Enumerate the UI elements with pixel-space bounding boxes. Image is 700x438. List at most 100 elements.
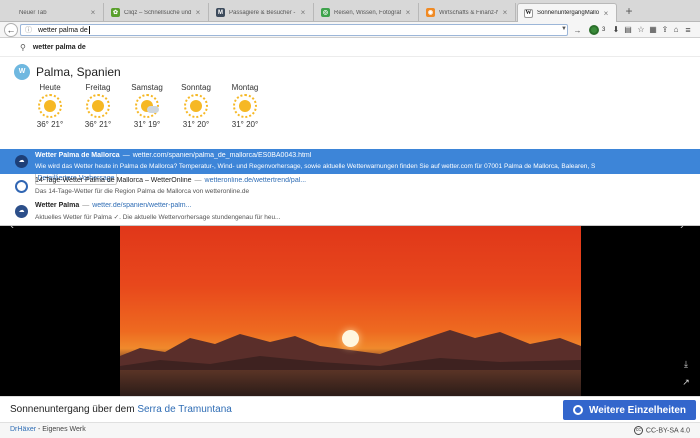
tab-reisen[interactable]: ◎ Reisen, Wissen, Fotografie: D × (315, 3, 419, 22)
result-description: Das 14-Tage-Wetter für die Region Palma … (35, 188, 250, 195)
finance-icon: ◉ (426, 8, 435, 17)
sunset-photo[interactable] (120, 226, 581, 396)
partly-cloudy-icon (135, 94, 159, 118)
bookmarks-icon[interactable]: ▦ (648, 25, 658, 35)
image-meta-bar: DrHäxer - Eigenes Werk cc CC-BY-SA 4.0 (0, 422, 700, 438)
license-label: CC-BY-SA 4.0 (645, 427, 690, 435)
weather-logo-icon: W (14, 64, 30, 80)
sun-icon (86, 94, 110, 118)
download-icon[interactable]: ⬇ (611, 25, 621, 35)
author-credit: DrHäxer - Eigenes Werk (10, 426, 86, 433)
url-bar[interactable]: ⓘ wetter palma de (20, 24, 568, 36)
search-suggestion-row[interactable]: ⚲ wetter palma de (0, 38, 700, 57)
tab-title: SonnenuntergangMallorca - W (537, 10, 599, 16)
tab-wirtschaft[interactable]: ◉ Wirtschafts & Finanz-Nachric × (420, 3, 516, 22)
search-query: wetter palma de (32, 43, 86, 51)
hamburger-menu-icon[interactable]: ≡ (683, 25, 693, 35)
close-tab-icon[interactable]: × (404, 8, 412, 17)
close-tab-icon[interactable]: × (299, 8, 307, 17)
forecast-day: Heute 36° 21° (25, 83, 75, 129)
search-result-wetter-de[interactable]: ☁ Wetter Palma — wetter.de/spanien/wetter-… (0, 199, 700, 224)
back-button[interactable]: ← (4, 23, 18, 37)
author-suffix: - Eigenes Werk (36, 426, 86, 433)
ghostery-count: 3 (602, 27, 606, 33)
share-image-icon[interactable]: ↗ (680, 376, 692, 388)
tab-cliqz[interactable]: ✿ Cliqz – Schnellsuche und Tra × (105, 3, 209, 22)
tab-strip: Neuer Tab × ✿ Cliqz – Schnellsuche und T… (0, 0, 700, 22)
sun-icon (38, 94, 62, 118)
home-icon[interactable]: ⌂ (671, 25, 681, 35)
tab-passagiere[interactable]: M Passagiere & Besucher - Flug × (210, 3, 314, 22)
result-title: 14-Tage-Wetter Palma de Mallorca – Wette… (35, 177, 192, 184)
forecast-day: Sonntag 31° 20° (171, 83, 221, 129)
tab-title: Wirtschafts & Finanz-Nachric (439, 9, 498, 16)
go-arrow-icon[interactable]: → (572, 25, 583, 36)
day-temps: 31° 19° (133, 120, 161, 129)
day-name: Montag (231, 83, 259, 92)
sun-disc (342, 330, 359, 347)
article-icon: M (216, 8, 225, 17)
license[interactable]: cc CC-BY-SA 4.0 (633, 426, 690, 435)
tab-title: Cliqz – Schnellsuche und Tra (124, 9, 191, 16)
share-icon[interactable]: ⇪ (660, 25, 670, 35)
result-description: Aktuelles Wetter für Palma ✓. Die aktuel… (35, 214, 281, 221)
day-name: Sonntag (181, 83, 211, 92)
close-tab-icon[interactable]: × (602, 9, 610, 18)
sun-icon (184, 94, 208, 118)
result-url: wetteronline.de/wettertrend/pal... (204, 177, 307, 184)
day-temps: 31° 20° (231, 120, 259, 129)
caption-bar: Sonnenuntergang über dem Serra de Tramun… (0, 396, 700, 422)
result-title-line: Wetter Palma de Mallorca — wetter.com/span… (35, 152, 312, 159)
wetteronline-icon (15, 180, 28, 193)
tab-title: Neuer Tab (19, 9, 47, 16)
new-tab-button[interactable]: + (622, 4, 636, 18)
navigation-bar: ← ⓘ wetter palma de ▼ → 3 ⬇ ▤ ☆ ▦ ⇪ ⌂ ≡ (0, 22, 700, 38)
info-icon[interactable]: ⓘ (25, 25, 32, 35)
sun-icon (233, 94, 257, 118)
cloud-sun-icon: ☁ (15, 205, 28, 218)
ghostery-icon[interactable] (589, 25, 599, 35)
search-dropdown: ⚲ wetter palma de W Palma, Spanien Heute… (0, 38, 700, 226)
clipboard-icon[interactable]: ▤ (623, 25, 633, 35)
dropdown-arrow-icon[interactable]: ▼ (561, 26, 567, 32)
search-result-wetter-com[interactable]: ☁ Wetter Palma de Mallorca — wetter.com/sp… (0, 149, 700, 174)
search-result-wetteronline[interactable]: 14-Tage-Wetter Palma de Mallorca – Wette… (0, 174, 700, 199)
creative-commons-icon: cc (633, 426, 643, 435)
day-temps: 36° 21° (36, 120, 64, 129)
forecast-day: Samstag 31° 19° (122, 83, 172, 129)
info-circle-icon (572, 405, 583, 415)
image-caption: Sonnenuntergang über dem Serra de Tramun… (10, 404, 232, 415)
forecast-day: Montag 31° 20° (220, 83, 270, 129)
blank-page-icon (6, 8, 15, 17)
caption-link[interactable]: Serra de Tramuntana (137, 404, 232, 415)
cloud-sun-icon: ☁ (15, 155, 28, 168)
result-url: wetter.de/spanien/wetter-palm... (92, 202, 192, 209)
bookmark-star-icon[interactable]: ☆ (636, 25, 646, 35)
tab-new-tab[interactable]: Neuer Tab × (0, 3, 104, 22)
url-input[interactable]: wetter palma de (38, 27, 88, 34)
wikipedia-icon: W (524, 8, 533, 18)
close-tab-icon[interactable]: × (89, 8, 97, 17)
close-tab-icon[interactable]: × (194, 8, 202, 17)
author-link[interactable]: DrHäxer (10, 426, 36, 433)
forecast-day: Freitag 36° 21° (73, 83, 123, 129)
more-details-button[interactable]: Weitere Einzelheiten (563, 400, 696, 420)
tab-sonnenuntergang[interactable]: W SonnenuntergangMallorca - W × (517, 3, 617, 22)
weather-location[interactable]: Palma, Spanien (36, 65, 121, 79)
tab-title: Reisen, Wissen, Fotografie: D (334, 9, 401, 16)
page-content: ‹ › ⤓ ↗ Sonnenuntergang über dem Serra d… (0, 218, 700, 438)
close-tab-icon[interactable]: × (501, 8, 509, 17)
download-image-icon[interactable]: ⤓ (680, 358, 692, 370)
day-name: Samstag (131, 83, 163, 92)
result-description: Wie wird das Wetter heute in Palma de Ma… (35, 163, 595, 170)
result-title-line: 14-Tage-Wetter Palma de Mallorca – Wette… (35, 177, 307, 184)
result-title: Wetter Palma de Mallorca (35, 152, 120, 159)
day-name: Freitag (85, 83, 111, 92)
day-temps: 36° 21° (84, 120, 112, 129)
text-caret (88, 26, 90, 34)
caption-text: Sonnenuntergang über dem (10, 404, 138, 415)
result-url: wetter.com/spanien/palma_de_mallorca/ES0… (132, 152, 312, 159)
sea (120, 370, 581, 396)
result-title-line: Wetter Palma — wetter.de/spanien/wetter-pa… (35, 202, 192, 209)
tab-title: Passagiere & Besucher - Flug (229, 9, 296, 16)
